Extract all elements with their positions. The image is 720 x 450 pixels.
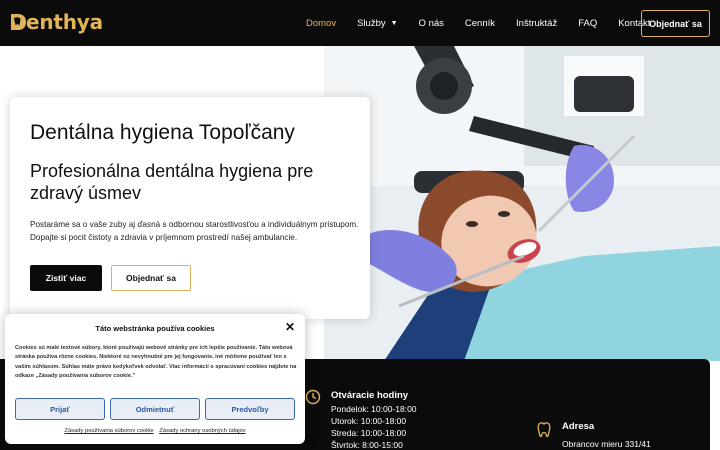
nav-item-faq[interactable]: FAQ — [578, 18, 597, 29]
hours-title: Otváracie hodiny — [331, 390, 409, 401]
nav-item-domov[interactable]: Domov — [306, 18, 336, 29]
nav-label: FAQ — [578, 17, 598, 29]
cookie-title: Táto webstránka používa cookies — [95, 324, 215, 333]
nav-item-cennik[interactable]: Cenník — [465, 18, 495, 29]
learn-more-button[interactable]: Zistiť viac — [30, 265, 102, 291]
nav-label: Domov — [306, 17, 337, 29]
nav-label: Služby — [357, 17, 386, 29]
tooth-logo-icon — [11, 14, 26, 30]
main-nav: Domov Služby ▼ O nás Cenník Inštruktáž FA… — [306, 0, 671, 46]
logo-text: enthya — [26, 10, 103, 34]
hero-subtitle: Profesionálna dentálna hygiena pre zdrav… — [30, 161, 314, 203]
nav-item-sluzby[interactable]: Služby ▼ — [357, 18, 397, 29]
address-line: Obrancov mieru 331/41 — [562, 439, 651, 449]
hero-title: Dentálna hygiena Topoľčany — [30, 121, 295, 144]
hours-line: Utorok: 10:00-18:00 — [331, 416, 407, 426]
hero-photo — [324, 46, 720, 361]
hero-card: Dentálna hygiena Topoľčany Profesionálna… — [10, 97, 370, 319]
nav-label: Cenník — [464, 17, 496, 29]
privacy-policy-link[interactable]: Zásady ochrany osobných údajov — [159, 428, 245, 434]
address-title: Adresa — [562, 421, 595, 432]
reject-cookies-button[interactable]: Odmietnuť — [110, 398, 200, 420]
hero-description: Postaráme sa o vaše zuby aj ďasná s odbo… — [30, 220, 359, 242]
cookie-links: Zásady používania súborov cookie Zásady … — [5, 428, 305, 434]
book-appointment-button[interactable]: Objednať sa — [111, 265, 191, 291]
header-book-button[interactable]: Objednať sa — [641, 10, 710, 37]
nav-item-instruktaz[interactable]: Inštruktáž — [516, 18, 557, 29]
cookie-policy-link[interactable]: Zásady používania súborov cookie — [64, 428, 153, 434]
tooth-address-icon — [537, 422, 551, 438]
nav-item-o-nas[interactable]: O nás — [419, 18, 444, 29]
site-header: enthya Domov Služby ▼ O nás Cenník Inštru… — [0, 0, 720, 46]
nav-label: O nás — [418, 17, 444, 29]
clock-icon — [305, 389, 321, 405]
close-icon[interactable]: ✕ — [285, 321, 295, 333]
logo[interactable]: enthya — [9, 10, 103, 34]
dentist-patient-image — [324, 46, 720, 361]
page: enthya Domov Služby ▼ O nás Cenník Inštru… — [0, 0, 720, 450]
cookie-preferences-button[interactable]: Predvoľby — [205, 398, 295, 420]
cookie-text: Cookies sú malé textové súbory, ktoré po… — [15, 345, 297, 380]
nav-label: Inštruktáž — [516, 17, 558, 29]
chevron-down-icon: ▼ — [390, 19, 398, 27]
accept-cookies-button[interactable]: Prijať — [15, 398, 105, 420]
cookie-consent-dialog: Táto webstránka používa cookies ✕ Cookie… — [5, 314, 305, 444]
hours-line: Pondelok: 10:00-18:00 — [331, 404, 417, 414]
hours-line: Štvrtok: 8:00-15:00 — [331, 440, 403, 450]
hours-line: Streda: 10:00-18:00 — [331, 428, 407, 438]
